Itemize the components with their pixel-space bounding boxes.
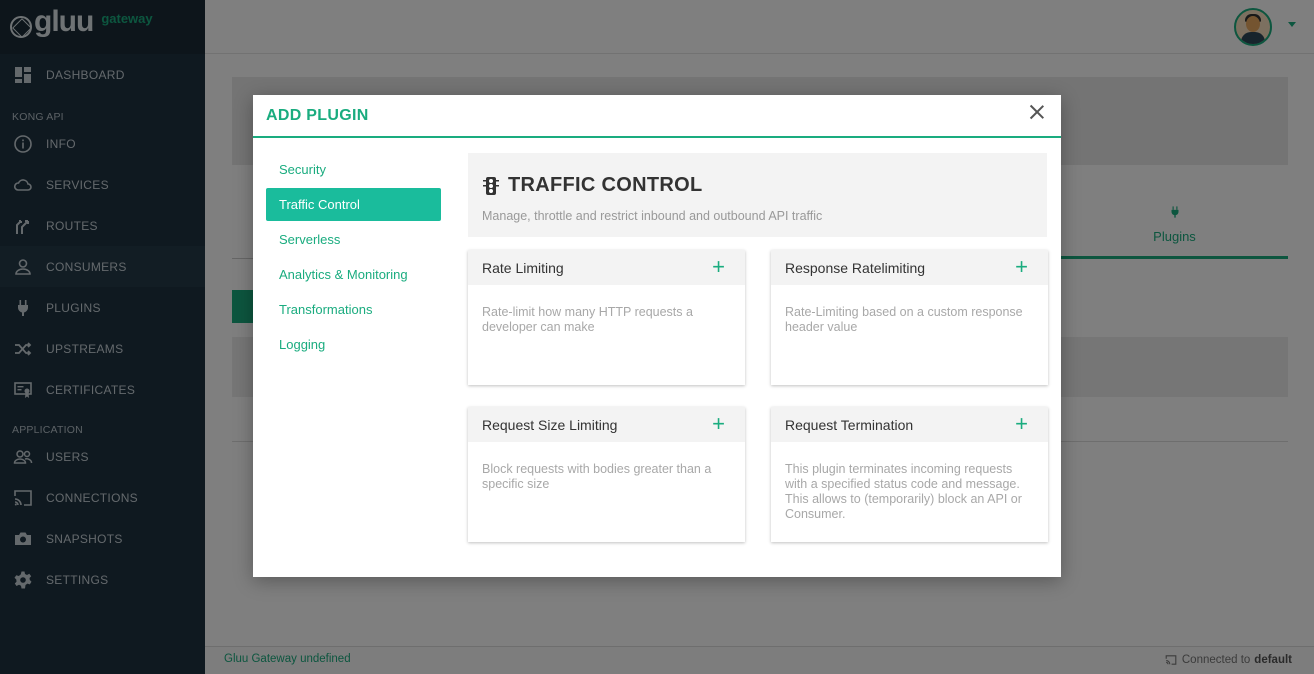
modal-title: ADD PLUGIN <box>266 107 369 124</box>
add-plugin-button[interactable]: + <box>1015 256 1028 278</box>
plugin-card-response-ratelimiting: Response Ratelimiting + Rate-Limiting ba… <box>771 250 1048 385</box>
category-logging[interactable]: Logging <box>266 328 441 361</box>
category-serverless[interactable]: Serverless <box>266 223 441 256</box>
plugin-card-request-size-limiting: Request Size Limiting + Block requests w… <box>468 407 745 542</box>
category-analytics-monitoring[interactable]: Analytics & Monitoring <box>266 258 441 291</box>
plugin-name: Request Termination <box>785 417 914 433</box>
category-title: TRAFFIC CONTROL <box>482 174 702 197</box>
add-plugin-button[interactable]: + <box>712 413 725 435</box>
traffic-light-icon <box>483 176 499 195</box>
close-icon[interactable] <box>1028 103 1046 121</box>
plugin-description: Rate-Limiting based on a custom response… <box>785 305 1023 334</box>
category-traffic-control[interactable]: Traffic Control <box>266 188 441 221</box>
add-plugin-button[interactable]: + <box>1015 413 1028 435</box>
plugin-card-request-termination: Request Termination + This plugin termin… <box>771 407 1048 542</box>
category-description: Manage, throttle and restrict inbound an… <box>482 209 823 223</box>
category-security[interactable]: Security <box>266 153 441 186</box>
modal-header: ADD PLUGIN <box>253 95 1061 138</box>
plugin-description: This plugin terminates incoming requests… <box>785 462 1022 521</box>
plugin-name: Request Size Limiting <box>482 417 618 433</box>
category-title-text: TRAFFIC CONTROL <box>508 174 703 196</box>
add-plugin-modal: ADD PLUGIN Security Traffic Control Serv… <box>253 95 1061 577</box>
category-list: Security Traffic Control Serverless Anal… <box>266 153 441 363</box>
category-header: TRAFFIC CONTROL Manage, throttle and res… <box>468 153 1047 237</box>
category-transformations[interactable]: Transformations <box>266 293 441 326</box>
add-plugin-button[interactable]: + <box>712 256 725 278</box>
plugin-name: Rate Limiting <box>482 260 564 276</box>
plugin-description: Rate-limit how many HTTP requests a deve… <box>482 305 693 334</box>
plugin-name: Response Ratelimiting <box>785 260 926 276</box>
plugin-description: Block requests with bodies greater than … <box>482 462 712 491</box>
plugin-card-rate-limiting: Rate Limiting + Rate-limit how many HTTP… <box>468 250 745 385</box>
